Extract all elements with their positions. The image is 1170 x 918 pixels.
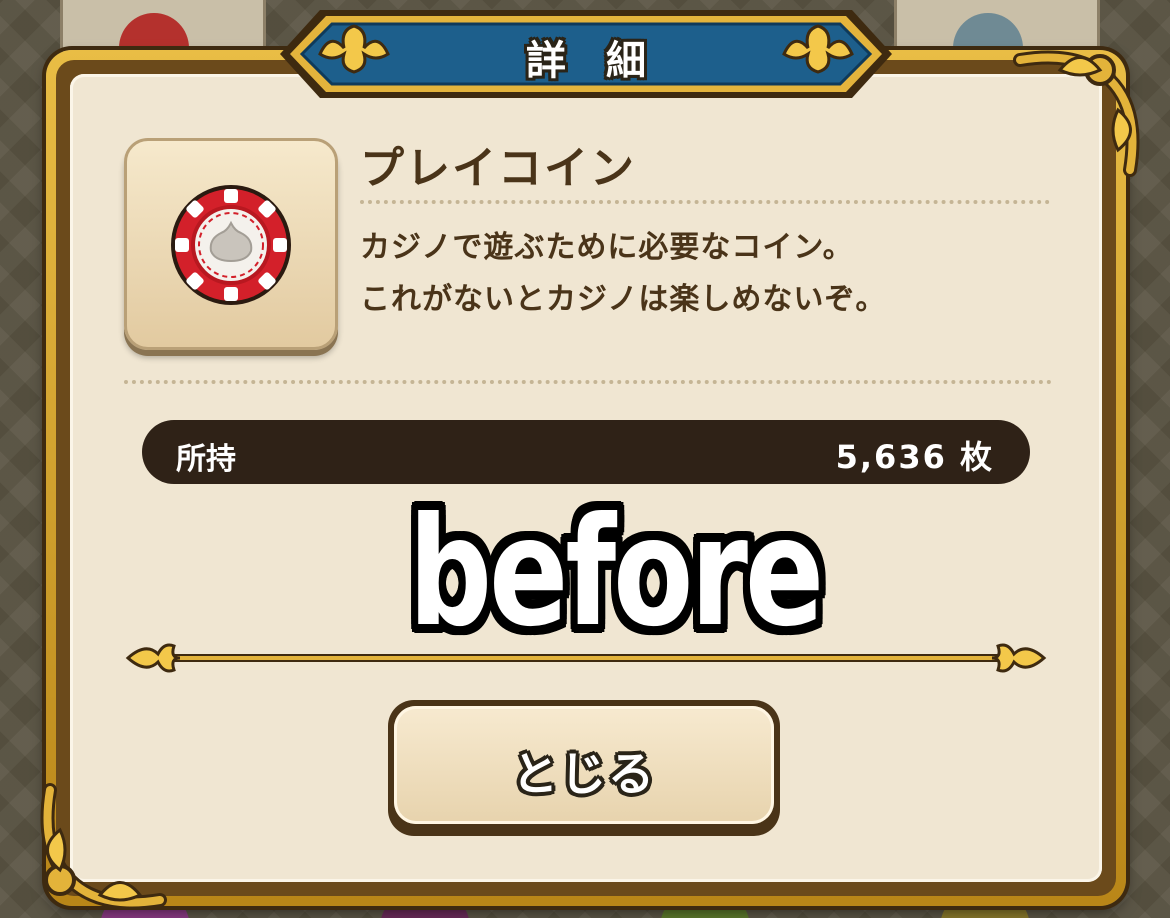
dialog-header-ribbon: 詳細 — [250, 4, 922, 104]
ornament-corner-icon — [1013, 50, 1140, 177]
owned-count: 5,636 枚 — [835, 438, 994, 476]
description-line: これがないとカジノは楽しめないぞ。 — [360, 282, 887, 317]
close-button-face[interactable]: とじる — [394, 706, 774, 824]
casino-chip-icon — [171, 185, 291, 305]
item-icon-frame — [124, 138, 338, 350]
before-caption: before — [408, 486, 824, 660]
ornament-corner-icon — [40, 783, 167, 910]
dotted-divider — [124, 380, 1052, 384]
item-description: カジノで遊ぶために必要なコイン。 これがないとカジノは楽しめないぞ。 — [360, 222, 886, 326]
owned-count-bar: 所持 5,636 枚 — [142, 420, 1030, 484]
description-line: カジノで遊ぶために必要なコイン。 — [360, 230, 854, 265]
owned-label: 所持 — [176, 442, 236, 477]
dotted-divider — [360, 200, 1050, 204]
item-name: プレイコイン — [360, 143, 636, 194]
close-button-label[interactable]: とじる — [394, 738, 774, 804]
dialog-title: 詳細 — [526, 38, 686, 84]
game-screen: 詳細 プレイコイン カジノで遊ぶために必要なコイン。 これがないとカジノは楽しめ… — [0, 0, 1170, 918]
close-button[interactable]: とじる — [388, 700, 780, 836]
